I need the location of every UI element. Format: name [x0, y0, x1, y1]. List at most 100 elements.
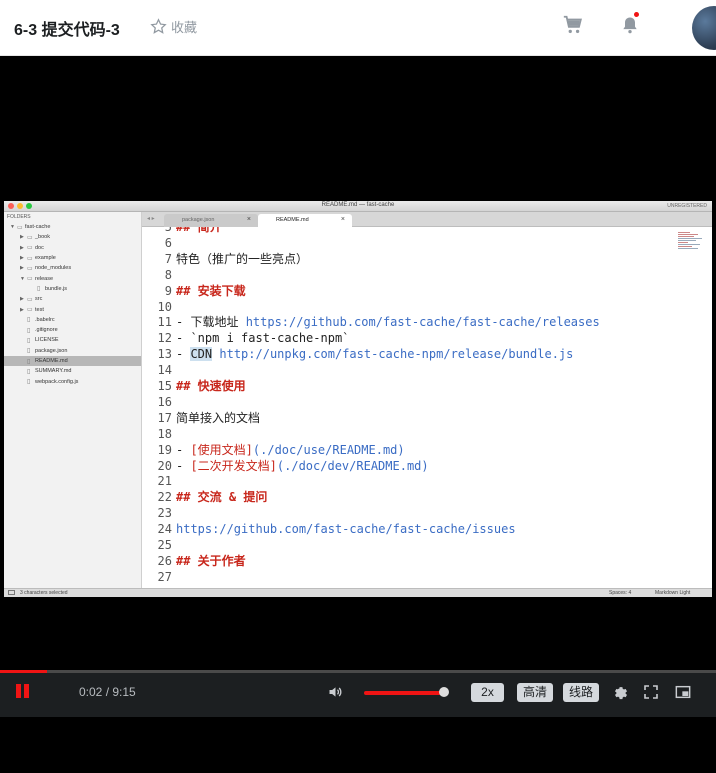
tree-item-label: SUMMARY.md [35, 368, 72, 375]
chevron-down-icon: ▼ [10, 224, 15, 231]
folder-open-icon: ▭ [17, 224, 23, 231]
spaces-status: Spaces: 4 [609, 590, 632, 596]
close-icon: × [246, 216, 251, 223]
line-text: 特色（推广的一些亮点） [176, 251, 308, 267]
link-text: [二次开发文档] [190, 458, 277, 473]
volume-knob[interactable] [439, 687, 449, 697]
tab-package-json: package.json × [164, 214, 258, 227]
code-line: 7 特色（推广的一些亮点） [142, 251, 712, 267]
line-number: 14 [157, 363, 172, 378]
markdown-heading: ## 快速使用 [176, 379, 246, 393]
tree-item-label: test [35, 306, 44, 313]
chevron-right-icon: ▶ [20, 234, 24, 241]
speed-button[interactable]: 2x [471, 683, 504, 702]
progress-bar[interactable] [0, 670, 716, 673]
code-line: 25 [142, 537, 712, 553]
folder-icon: ▭ [27, 307, 33, 314]
folder-open-icon: ▭ [27, 276, 33, 283]
code-line: 5 ## 简介 [142, 227, 712, 235]
sidebar-heading: FOLDERS [7, 214, 31, 220]
line-number: 9 [164, 283, 172, 298]
bell-icon[interactable] [620, 14, 640, 36]
video-player[interactable]: README.md — fast-cache UNREGISTERED FOLD… [0, 56, 716, 773]
tree-item-label: bundle.js [45, 285, 68, 292]
time-display: 0:02 / 9:15 [79, 685, 136, 699]
markdown-heading: ## 安装下载 [176, 283, 246, 298]
file-icon: ▯ [37, 286, 41, 293]
line-text: - [使用文档](./doc/use/README.md) [176, 442, 405, 458]
chevron-down-icon: ▼ [20, 275, 25, 282]
tab-bar: ◂ ▸ package.json × README.md × [142, 212, 712, 227]
code-line: 8 [142, 267, 712, 283]
tree-item-label: .babelrc [35, 316, 55, 323]
minimap [678, 231, 706, 267]
favorite-button[interactable]: 收藏 [150, 17, 197, 36]
line-number: 26 [157, 553, 172, 568]
chevron-right-icon: ▶ [20, 255, 24, 262]
avatar[interactable] [692, 6, 716, 50]
folder-icon: ▭ [27, 265, 33, 272]
line-prefix: - 下载地址 [176, 315, 246, 330]
tree-item-label: .gitignore [35, 327, 58, 334]
markdown-heading: ## 交流 & 提问 [176, 490, 268, 505]
code-line: 20- [二次开发文档](./doc/dev/README.md) [142, 458, 712, 474]
file-tree: ▼ ▭ fast-cache ▶ ▭ _book ▶ ▭ doc ▶ ▭ example ▶ ▭ node_… [4, 222, 141, 387]
file-icon: ▯ [27, 379, 31, 386]
file-icon: ▯ [27, 337, 31, 344]
tree-item: ▼ ▭ release [4, 273, 141, 283]
code-area: 5 ## 简介 6 7 特色（推广的一些亮点） 8 9 ## 安装下载 10 11 - 下载地址 h… [142, 227, 712, 588]
line-number: 13 [157, 347, 172, 362]
video-frame-editor: README.md — fast-cache UNREGISTERED FOLD… [4, 201, 712, 597]
tree-item-label: src [35, 296, 43, 303]
link-text: [使用文档] [190, 442, 253, 457]
tree-item-label: package.json [35, 347, 68, 354]
folder-icon: ▭ [27, 255, 33, 262]
tree-item-label: _book [35, 234, 50, 241]
line-prefix: - [176, 442, 191, 457]
line-text: ## 安装下载 [176, 283, 246, 299]
tab-nav-arrows: ◂ ▸ [147, 216, 155, 222]
code-line: 23 [142, 505, 712, 521]
line-content: 简单接入的文档 [176, 410, 261, 425]
picture-in-picture-icon[interactable] [675, 684, 691, 700]
code-line: 19- [使用文档](./doc/use/README.md) [142, 442, 712, 458]
fullscreen-icon[interactable] [643, 684, 659, 700]
line-number: 11 [157, 315, 172, 330]
cart-icon[interactable] [562, 14, 584, 36]
line-text: - 下载地址 https://github.com/fast-cache/fas… [176, 314, 600, 330]
gear-icon[interactable] [612, 684, 628, 700]
editor-status-bar: 3 characters selected Spaces: 4 Markdown… [4, 588, 712, 597]
line-number: 17 [157, 410, 172, 425]
code-line: 26 ## 关于作者 [142, 553, 712, 569]
line-content: - `npm i fast-cache-npm` [176, 331, 350, 346]
file-icon: ▯ [27, 348, 31, 355]
star-icon [150, 18, 167, 34]
line-text: 简单接入的文档 [176, 410, 260, 426]
line-number: 25 [157, 538, 172, 552]
code-line: 17 简单接入的文档 [142, 410, 712, 426]
code-line: 16 [142, 394, 712, 410]
markdown-link: (./doc/use/README.md) [252, 442, 405, 457]
folder-icon: ▭ [27, 245, 33, 252]
tree-item: ▶ ▭ example [4, 253, 141, 263]
tree-item: ▯ bundle.js [4, 284, 141, 294]
file-icon: ▯ [27, 317, 31, 324]
volume-slider[interactable] [364, 691, 444, 695]
line-prefix: - [176, 458, 191, 473]
code-line: 22 ## 交流 & 提问 [142, 489, 712, 505]
tree-item: ▶ ▭ node_modules [4, 263, 141, 273]
line-text: https://github.com/fast-cache/fast-cache… [176, 521, 516, 537]
tab-readme: README.md × [258, 214, 352, 227]
line-number: 21 [157, 474, 172, 489]
folder-icon: ▭ [27, 296, 33, 303]
tree-item: ▶ ▭ src [4, 294, 141, 304]
volume-icon[interactable] [327, 684, 344, 700]
notification-dot [634, 12, 639, 17]
line-number: 18 [157, 426, 172, 441]
line-button[interactable]: 线路 [563, 683, 599, 702]
markdown-link: https://github.com/fast-cache/fast-cache… [176, 522, 516, 537]
quality-button[interactable]: 高清 [517, 683, 553, 702]
code-line: 27 [142, 569, 712, 585]
pause-button[interactable] [15, 684, 29, 700]
line-number: 8 [164, 267, 172, 282]
